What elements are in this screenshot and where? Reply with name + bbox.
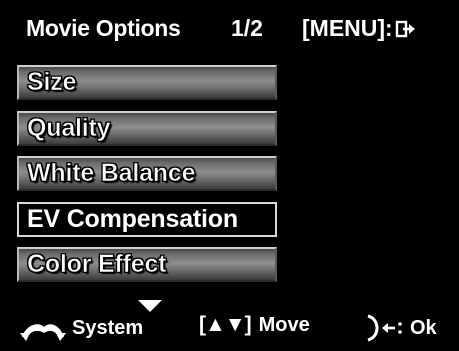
page-indicator: 1/2 (231, 15, 263, 41)
menu-item-label: Size (27, 68, 77, 97)
footer-system-hint[interactable]: System (16, 313, 143, 343)
menu-item-quality[interactable]: Quality (17, 110, 277, 146)
menu-list: Size Quality White Balance EV Compensati… (17, 65, 277, 293)
footer-help-bar: System [▲▼] Move Ok (0, 309, 459, 345)
menu-item-label: Quality (27, 113, 111, 142)
menu-screen: Movie Options 1/2 [MENU]: Size Quality W… (0, 0, 459, 351)
up-down-arrows-icon: [▲▼] (199, 313, 252, 336)
menu-exit-hint[interactable]: [MENU]: (302, 15, 417, 42)
menu-hint-label: [MENU]: (302, 15, 393, 41)
menu-item-size[interactable]: Size (17, 65, 277, 100)
move-label: Move (258, 313, 310, 336)
menu-item-ev-compensation[interactable]: EV Compensation (17, 201, 277, 237)
menu-item-label: White Balance (27, 159, 196, 188)
menu-item-white-balance[interactable]: White Balance (17, 156, 277, 191)
page-title: Movie Options (26, 15, 181, 41)
ok-arrow-icon (367, 314, 402, 342)
mode-dial-icon (20, 324, 66, 341)
menu-item-label: EV Compensation (27, 204, 238, 233)
system-label: System (72, 316, 144, 339)
footer-ok-hint[interactable]: Ok (364, 313, 437, 343)
menu-item-color-effect[interactable]: Color Effect (17, 247, 277, 282)
header: Movie Options 1/2 [MENU]: (0, 0, 459, 56)
menu-item-label: Color Effect (27, 250, 167, 279)
exit-arrow-icon (395, 20, 415, 37)
ok-label: Ok (410, 316, 437, 339)
footer-move-hint: [▲▼] Move (199, 313, 310, 337)
